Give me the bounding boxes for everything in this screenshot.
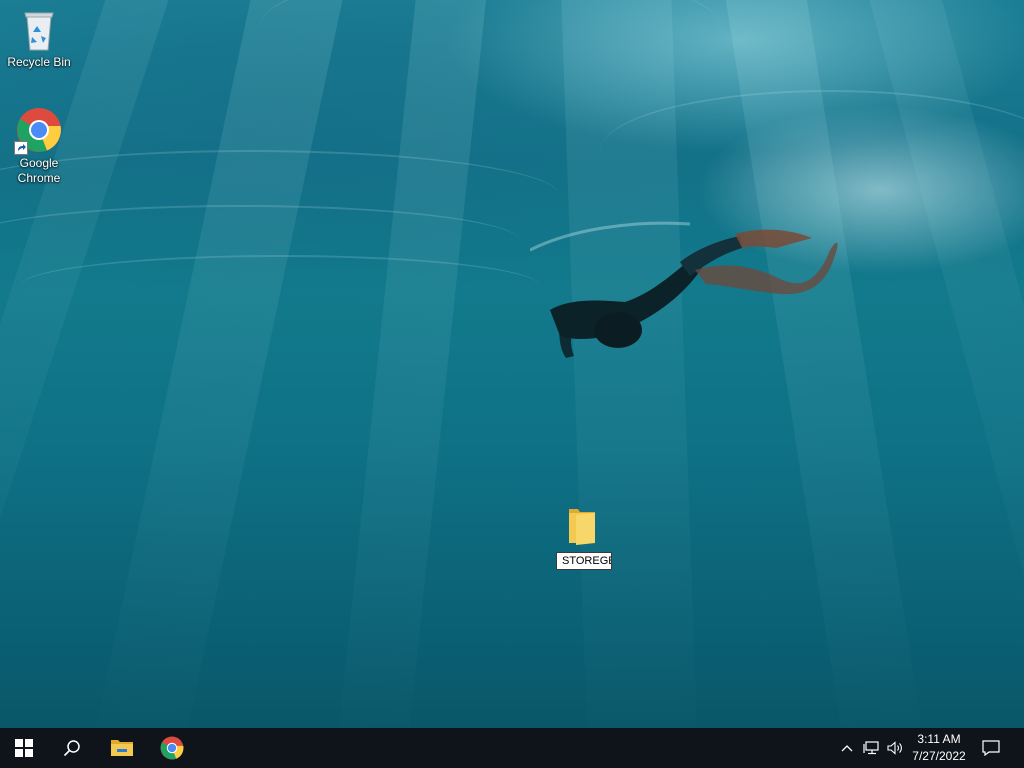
search-button[interactable] [48,728,96,768]
light-ray [334,0,490,728]
chrome-label-line1: Google [19,156,59,170]
chrome-shortcut[interactable]: Google Chrome [1,107,77,186]
network-icon [863,741,879,755]
file-explorer-icon [111,740,133,756]
recycle-bin-shortcut[interactable]: Recycle Bin [1,8,77,70]
chrome-icon [14,107,62,155]
action-center-icon [982,740,1000,756]
action-center-button[interactable] [978,728,1004,768]
start-button[interactable] [0,728,48,768]
chrome-label-line2: Chrome [17,171,61,185]
clock-time: 3:11 AM [917,732,961,746]
shortcut-arrow-icon [14,141,28,155]
network-button[interactable] [860,728,882,768]
speaker-icon [887,741,902,755]
desktop-wallpaper: Recycle Bin Google Chrome STOREGE [0,0,1024,728]
file-explorer-button[interactable] [98,728,146,768]
new-folder[interactable] [566,505,598,547]
search-icon [63,740,80,757]
folder-rename-value: STOREGE [562,555,612,567]
chrome-icon [160,736,184,760]
volume-button[interactable] [884,728,906,768]
clock-date: 7/27/2022 [912,749,966,763]
freediver-image [530,221,838,358]
taskbar: 3:11 AM 7/27/2022 [0,728,1024,768]
folder-icon [569,509,595,545]
chrome-taskbar-button[interactable] [148,728,196,768]
taskbar-clock[interactable]: 3:11 AM 7/27/2022 [904,731,974,765]
recycle-bin-label: Recycle Bin [7,55,71,69]
recycle-bin-icon [19,8,59,52]
chevron-up-icon [841,745,853,752]
surface-ripple [20,255,540,317]
folder-rename-input[interactable]: STOREGE [556,552,612,570]
show-hidden-icons-button[interactable] [836,728,858,768]
windows-start-icon [15,739,33,757]
